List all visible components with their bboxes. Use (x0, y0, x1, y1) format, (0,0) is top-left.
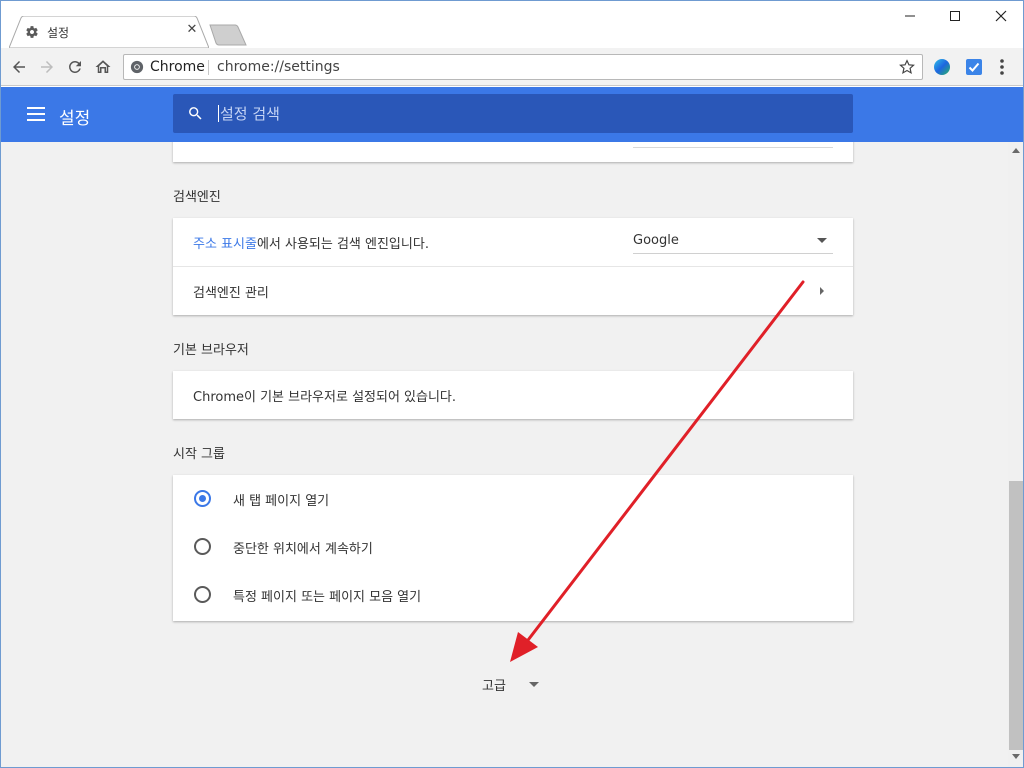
tab-strip: 설정 ✕ (1, 1, 1023, 48)
search-engine-description-text: 에서 사용되는 검색 엔진입니다. (256, 237, 429, 252)
extension-globe-icon[interactable] (933, 58, 951, 76)
gear-icon (26, 26, 38, 38)
extension-check-icon[interactable] (965, 58, 983, 76)
tab-settings[interactable]: 설정 ✕ (9, 16, 209, 48)
startup-option-label: 새 탭 페이지 열기 (233, 494, 330, 509)
dropdown-arrow-icon (817, 238, 827, 243)
search-placeholder: 설정 검색 (220, 105, 280, 123)
arrow-left-icon (13, 61, 25, 73)
forward-button[interactable] (35, 55, 59, 79)
tab-shape (9, 16, 209, 48)
startup-option-specific-pages[interactable]: 특정 페이지 또는 페이지 모음 열기 (173, 571, 853, 619)
startup-option-label: 특정 페이지 또는 페이지 모음 열기 (233, 590, 422, 605)
minimize-icon (905, 15, 915, 17)
search-engine-row: 주소 표시줄에서 사용되는 검색 엔진입니다. Google (173, 218, 853, 266)
startup-option-label: 중단한 위치에서 계속하기 (233, 542, 373, 557)
scroll-down-arrow-icon[interactable] (1012, 754, 1020, 759)
star-icon[interactable] (898, 58, 916, 76)
search-engine-description: 주소 표시줄에서 사용되는 검색 엔진입니다. (193, 233, 429, 252)
omnibox-url: chrome://settings (217, 59, 340, 75)
startup-card: 새 탭 페이지 열기 중단한 위치에서 계속하기 특정 페이지 또는 페이지 모… (173, 475, 853, 621)
startup-option-continue[interactable]: 중단한 위치에서 계속하기 (173, 523, 853, 571)
section-title-default-browser: 기본 브라우저 (173, 343, 249, 358)
back-button[interactable] (7, 55, 31, 79)
hamburger-icon[interactable] (27, 107, 45, 121)
search-engine-selected: Google (633, 233, 679, 248)
default-browser-row: Chrome이 기본 브라우저로 설정되어 있습니다. (173, 371, 853, 419)
radio-button[interactable] (194, 490, 211, 507)
window-close-button[interactable] (978, 1, 1023, 31)
close-icon (995, 10, 1007, 22)
section-title-startup: 시작 그룹 (173, 447, 225, 462)
scroll-up-arrow-icon[interactable] (1012, 148, 1020, 153)
reload-icon (69, 61, 81, 73)
tab-title: 설정 (47, 26, 70, 40)
section-title-search-engine: 검색엔진 (173, 190, 221, 205)
default-browser-card: Chrome이 기본 브라우저로 설정되어 있습니다. (173, 371, 853, 419)
omnibox-separator (208, 60, 209, 75)
search-engine-select[interactable]: Google (633, 229, 833, 254)
advanced-toggle-button[interactable]: 고급 (482, 675, 506, 694)
previous-select-underline (633, 147, 833, 148)
scrollbar[interactable] (1008, 142, 1023, 767)
browser-window: 설정 ✕ Chrome chrome://settings 설정 설정 검색 검… (0, 0, 1024, 768)
new-tab-button[interactable] (209, 24, 247, 46)
radio-button[interactable] (194, 538, 211, 555)
maximize-button[interactable] (932, 1, 978, 31)
manage-search-engines-row[interactable]: 검색엔진 관리 (173, 267, 853, 315)
chevron-right-icon (820, 287, 824, 295)
scrollbar-thumb[interactable] (1009, 481, 1023, 750)
settings-search-input[interactable]: 설정 검색 (173, 94, 853, 133)
home-icon (95, 60, 111, 73)
manage-search-engines-label: 검색엔진 관리 (193, 286, 269, 301)
radio-button[interactable] (194, 586, 211, 603)
search-icon (189, 107, 202, 120)
omnibox-link[interactable]: 주소 표시줄 (193, 237, 257, 252)
home-button[interactable] (91, 55, 115, 79)
settings-header: 설정 설정 검색 (1, 87, 1023, 142)
previous-section-card (173, 142, 853, 162)
default-browser-status: Chrome이 기본 브라우저로 설정되어 있습니다. (193, 390, 457, 405)
more-vert-icon[interactable] (999, 58, 1005, 76)
reload-button[interactable] (63, 55, 87, 79)
chevron-down-icon[interactable] (529, 682, 539, 688)
search-engine-card: 주소 표시줄에서 사용되는 검색 엔진입니다. Google 검색엔진 관리 (173, 218, 853, 315)
omnibox-site-label: Chrome (150, 59, 205, 75)
address-bar[interactable]: Chrome chrome://settings (123, 54, 923, 80)
chrome-logo-icon (130, 60, 144, 74)
page-title: 설정 (59, 109, 91, 129)
maximize-icon (950, 11, 960, 21)
text-caret (218, 105, 219, 122)
tab-close-icon[interactable]: ✕ (185, 23, 199, 37)
startup-option-new-tab[interactable]: 새 탭 페이지 열기 (173, 475, 853, 523)
browser-toolbar: Chrome chrome://settings (1, 48, 1023, 86)
minimize-button[interactable] (887, 1, 933, 31)
arrow-right-icon (41, 61, 53, 73)
settings-content: 검색엔진 주소 표시줄에서 사용되는 검색 엔진입니다. Google 검색엔진… (1, 142, 1008, 767)
